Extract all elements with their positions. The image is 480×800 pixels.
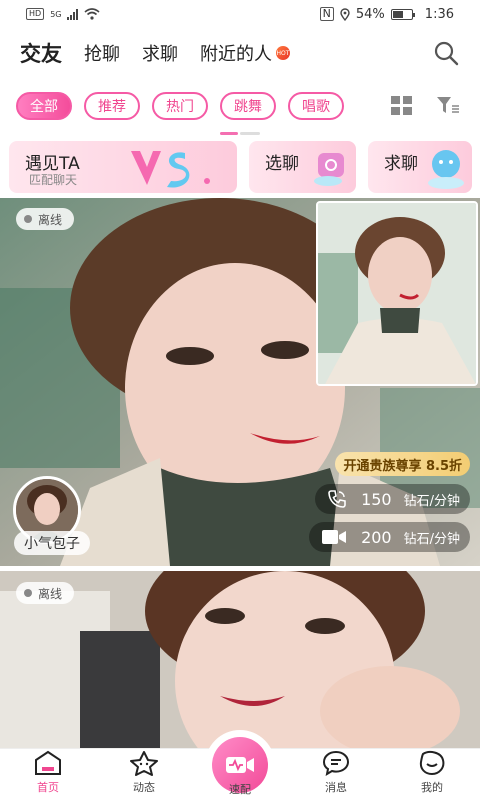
tab-nearby[interactable]: 附近的人 HOT (200, 40, 290, 66)
hot-icon: HOT (276, 46, 290, 60)
location-icon (340, 7, 350, 21)
user-card[interactable]: 离线 (0, 571, 480, 751)
nickname: 小气包子 (14, 531, 90, 555)
status-label: 离线 (38, 212, 63, 227)
wifi-icon (84, 8, 101, 20)
video-call-price[interactable]: 200 钻石/分钟 (309, 522, 470, 552)
chat-bubble-icon (314, 153, 344, 186)
battery-percent: 54% (355, 6, 385, 22)
banner-request-chat[interactable]: 求聊 (368, 141, 472, 193)
battery-fill (392, 10, 403, 18)
chip-all[interactable]: 全部 (16, 92, 72, 120)
tab-request-chat[interactable]: 求聊 (142, 40, 178, 66)
banner-page-indicator (220, 132, 260, 135)
speed-match-icon (226, 757, 254, 773)
video-camera-icon (322, 530, 347, 544)
search-icon[interactable] (432, 39, 460, 67)
clock: 1:36 (424, 6, 454, 22)
user-card[interactable]: 离线 开通贵族尊享 8.5折 150 钻石/分钟 200 钻石/分钟 小气包子 (0, 198, 480, 566)
thumbnail-image (318, 203, 476, 384)
offline-dot (24, 589, 32, 597)
hd-badge: HD (26, 8, 45, 20)
battery-icon (390, 8, 415, 20)
status-label: 离线 (38, 586, 63, 601)
profile-icon (419, 751, 445, 776)
nav-label: 我的 (421, 781, 443, 794)
banner-title: 选聊 (265, 154, 299, 174)
nav-label: 首页 (37, 781, 59, 794)
phone-icon (328, 490, 346, 508)
speed-match-label: 速配 (229, 783, 251, 796)
banner-meet-ta[interactable]: 遇见TA 匹配聊天 (9, 141, 237, 193)
chip-dance[interactable]: 跳舞 (220, 92, 276, 120)
message-icon (322, 750, 350, 776)
nav-messages[interactable]: 消息 (288, 749, 384, 800)
chip-recommend[interactable]: 推荐 (84, 92, 140, 120)
nav-label: 动态 (133, 781, 155, 794)
tab-label: 抢聊 (84, 44, 120, 65)
star-icon (130, 751, 158, 776)
tab-grab-chat[interactable]: 抢聊 (84, 40, 120, 66)
secondary-photo[interactable] (316, 201, 478, 386)
network-label: 5G (50, 9, 62, 19)
nav-home[interactable]: 首页 (0, 749, 96, 800)
chip-hot[interactable]: 热门 (152, 92, 208, 120)
nav-label: 消息 (325, 781, 347, 794)
cloud-chat-icon (428, 150, 464, 189)
vip-promo-badge[interactable]: 开通贵族尊享 8.5折 (335, 452, 470, 476)
banner-select-chat[interactable]: 选聊 (249, 141, 356, 193)
signal-icon (67, 8, 79, 20)
grid-view-icon[interactable] (390, 96, 414, 116)
tab-label: 附近的人 (200, 44, 272, 65)
home-icon (35, 750, 61, 775)
status-badge: 离线 (16, 582, 75, 604)
voice-call-price[interactable]: 150 钻石/分钟 (315, 484, 470, 514)
top-nav: 交友 抢聊 求聊 附近的人 HOT (0, 28, 480, 78)
nav-moments[interactable]: 动态 (96, 749, 192, 800)
price-value: 150 (361, 489, 392, 509)
filter-chips: 全部 推荐 热门 跳舞 唱歌 (16, 92, 344, 120)
tab-label: 交友 (20, 42, 62, 66)
banner-subtitle: 匹配聊天 (29, 173, 78, 187)
status-badge: 离线 (16, 208, 75, 230)
price-value: 200 (361, 527, 392, 547)
tab-label: 求聊 (142, 44, 178, 65)
price-unit: 钻石/分钟 (403, 531, 460, 547)
nav-profile[interactable]: 我的 (384, 749, 480, 800)
chip-sing[interactable]: 唱歌 (288, 92, 344, 120)
vs-icon (131, 151, 210, 188)
offline-dot (24, 215, 32, 223)
banner-title: 求聊 (384, 154, 418, 174)
nfc-icon: N (319, 7, 334, 21)
tab-friends[interactable]: 交友 (20, 38, 62, 68)
filter-icon[interactable] (436, 96, 460, 116)
price-unit: 钻石/分钟 (403, 493, 460, 509)
status-bar: HD 5G N 54% 1:36 (0, 0, 480, 28)
